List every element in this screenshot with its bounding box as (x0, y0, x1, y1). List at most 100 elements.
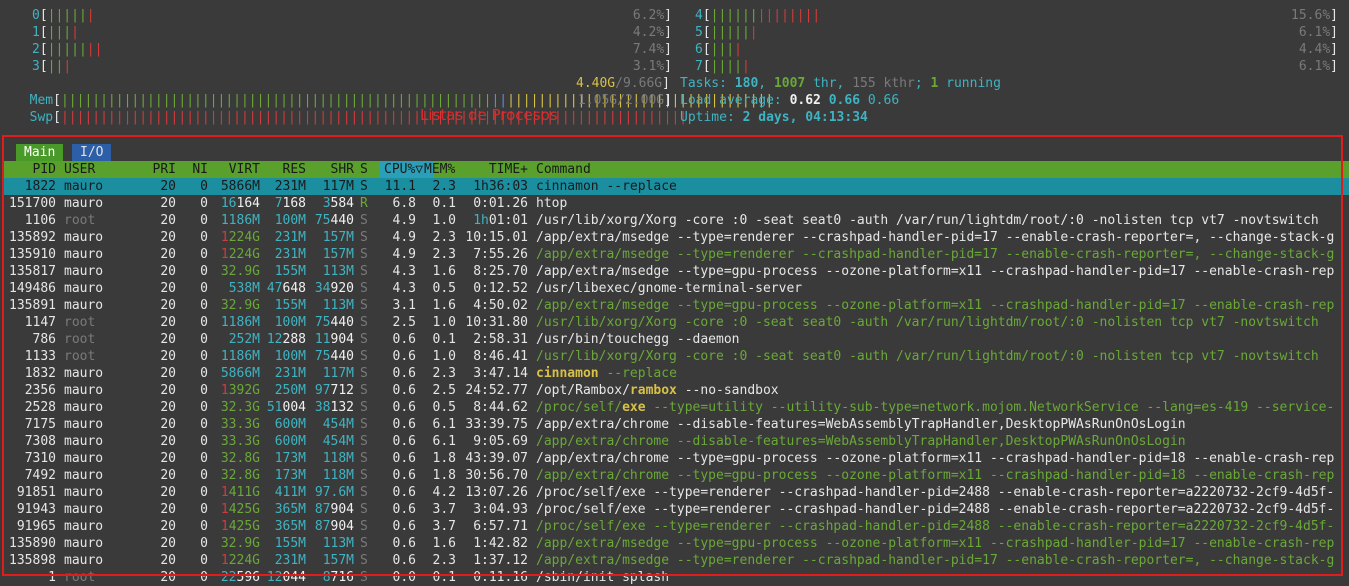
process-virt: 16164 (220, 196, 260, 211)
process-state: S (360, 468, 368, 483)
process-cpu-percent: 0.6 (392, 502, 416, 517)
process-shr: 97712 (314, 383, 354, 398)
process-shr: 117M (322, 366, 354, 381)
process-cpu-percent: 4.3 (392, 281, 416, 296)
process-user: mauro (64, 298, 104, 313)
process-command: /proc/self/exe --type=renderer --crashpa… (536, 519, 1335, 534)
process-command: /app/extra/msedge --type=gpu-process --o… (536, 536, 1335, 551)
process-row[interactable]: 7492 mauro 20 0 32.8G 173M 118M S 0.6 1.8 30:56.70… (4, 467, 1349, 484)
process-row[interactable]: 1822 mauro 20 0 5866M 231M 117M S 11.1 2.3 1h36:03… (4, 178, 1349, 195)
cpu-bar-segment: || (86, 42, 103, 57)
cpu-percent-2: 7.4%] (632, 42, 672, 57)
tab-main[interactable]: Main (16, 144, 64, 161)
process-mem-percent: 1.6 (432, 536, 456, 551)
process-cpu-percent: 0.6 (392, 451, 416, 466)
process-row[interactable]: 1106 root 20 0 1186M 100M 75440 S 4.9 1.0 1h01:01 /… (4, 212, 1349, 229)
process-priority: 20 (160, 281, 176, 296)
process-time: 30:56.70 (465, 468, 528, 483)
process-mem-percent: 6.1 (432, 417, 456, 432)
process-row[interactable]: 1 root 20 0 22596 12044 8716 S 0.0 0.1 0:11.16/sbi… (4, 569, 1349, 586)
process-virt: 33.3G (220, 434, 260, 449)
col-pri[interactable]: PRI (144, 161, 176, 178)
process-user: mauro (64, 553, 104, 568)
process-mem-percent: 1.0 (432, 315, 456, 330)
process-pid: 1147 (24, 315, 56, 330)
process-cpu-percent: 0.6 (392, 417, 416, 432)
process-virt: 538M (228, 281, 260, 296)
cpu-bar-segment: ||| (47, 25, 72, 40)
col-shr[interactable]: SHR (308, 161, 354, 178)
process-command: /app/extra/chrome --disable-features=Web… (536, 417, 1186, 432)
process-mem-percent: 0.5 (432, 400, 456, 415)
process-row[interactable]: 1133 root 20 0 1186M 100M 75440 S 0.6 1.0 8:46.41 /… (4, 348, 1349, 365)
process-command: /app/extra/msedge --type=gpu-process --o… (536, 264, 1335, 279)
process-row[interactable]: 7175 mauro 20 0 33.3G 600M 454M S 0.6 6.1 33:39.75… (4, 416, 1349, 433)
process-row[interactable]: 135898 mauro 20 0 1224G 231M 157M S 0.6 2.3 1:37.1… (4, 552, 1349, 569)
process-state: S (360, 230, 368, 245)
load-average-stat: Load average: 0.62 0.66 0.66 (680, 93, 900, 108)
cpu-bar-segment: |||||||| (757, 8, 821, 23)
process-state: S (360, 519, 368, 534)
process-user: mauro (64, 281, 104, 296)
process-row[interactable]: 91943 mauro 20 0 1425G 365M 87904 S 0.6 3.7 3:04.9… (4, 501, 1349, 518)
process-row[interactable]: 135890 mauro 20 0 32.9G 155M 113M S 0.6 1.6 1:42.8… (4, 535, 1349, 552)
process-row[interactable]: 91851 mauro 20 0 1411G 411M 97.6M S 0.6 4.2 13:07.… (4, 484, 1349, 501)
cpu-meter-6: 6[|||| (695, 42, 742, 57)
process-res: 365M (274, 519, 306, 534)
process-row[interactable]: 1147 root 20 0 1186M 100M 75440 S 2.5 1.0 10:31.80… (4, 314, 1349, 331)
process-user: root (64, 349, 96, 364)
col-user[interactable]: USER (64, 161, 144, 178)
mem-meter: Mem[||||||||||||||||||||||||||||||||||||… (29, 93, 774, 108)
process-state: S (360, 298, 368, 313)
process-priority: 20 (160, 553, 176, 568)
process-row[interactable]: 91965 mauro 20 0 1425G 365M 87904 S 0.6 3.7 6:57.7… (4, 518, 1349, 535)
process-nice: 0 (200, 434, 208, 449)
process-time: 33:39.75 (465, 417, 528, 432)
col-res[interactable]: RES (264, 161, 306, 178)
col-virt[interactable]: VIRT (210, 161, 260, 178)
tab-io[interactable]: I/O (72, 144, 112, 161)
process-row[interactable]: 149486 mauro 20 0 538M 47648 34920 S 4.3 0.5 0:12.… (4, 280, 1349, 297)
process-virt: 1392G (220, 383, 260, 398)
cpu-index: 2 (32, 42, 40, 57)
process-row[interactable]: 2528 mauro 20 0 32.3G 51004 38132 S 0.6 0.5 8:44.6… (4, 399, 1349, 416)
cpu-bar-segment: | (71, 25, 79, 40)
process-cpu-percent: 4.3 (392, 264, 416, 279)
process-row[interactable]: 135892 mauro 20 0 1224G 231M 157M S 4.9 2.3 10:15.… (4, 229, 1349, 246)
process-row[interactable]: 1832 mauro 20 0 5866M 231M 117M S 0.6 2.3 3:47.14 c… (4, 365, 1349, 382)
process-pid: 1 (48, 570, 56, 585)
col-mem[interactable]: MEM% (424, 161, 455, 178)
process-pid: 7308 (24, 434, 56, 449)
process-time: 3:47.14 (473, 366, 528, 381)
process-user: mauro (64, 247, 104, 262)
process-row[interactable]: 786 root 20 0 252M 12288 11904 S 0.6 0.1 2:58.31/u… (4, 331, 1349, 348)
process-row[interactable]: 135910 mauro 20 0 1224G 231M 157M S 4.9 2.3 7:55.2… (4, 246, 1349, 263)
process-time: 10:31.80 (465, 315, 528, 330)
col-ni[interactable]: NI (180, 161, 208, 178)
process-res: 250M (274, 383, 306, 398)
cpu-meter-3: 3[||| (32, 59, 72, 74)
process-row[interactable]: 135817 mauro 20 0 32.9G 155M 113M S 4.3 1.6 8:25.7… (4, 263, 1349, 280)
process-state: S (360, 264, 368, 279)
col-state[interactable]: S (360, 161, 372, 178)
process-row[interactable]: 7308 mauro 20 0 33.3G 600M 454M S 0.6 6.1 9:05.69 /… (4, 433, 1349, 450)
col-time[interactable]: TIME+ (464, 161, 528, 178)
col-command[interactable]: Command (536, 161, 1349, 178)
cpu-percent-3: 3.1%] (632, 59, 672, 74)
process-shr: 87904 (314, 502, 354, 517)
process-mem-percent: 1.6 (432, 264, 456, 279)
process-nice: 0 (200, 332, 208, 347)
process-virt: 32.8G (220, 451, 260, 466)
column-header-row: PID USER PRI NI VIRT RES SHR S CPU%▽ MEM… (4, 161, 1349, 178)
process-row[interactable]: 151700 mauro 20 0 16164 7168 3584 R 6.8 0.1 0:01.2… (4, 195, 1349, 212)
process-row[interactable]: 7310 mauro 20 0 32.8G 173M 118M S 0.6 1.8 43:39.07… (4, 450, 1349, 467)
process-row[interactable]: 135891 mauro 20 0 32.9G 155M 113M S 3.1 1.6 4:50.0… (4, 297, 1349, 314)
process-row[interactable]: 2356 mauro 20 0 1392G 250M 97712 S 0.6 2.5 24:52.7… (4, 382, 1349, 399)
process-shr: 113M (322, 536, 354, 551)
cpu-meter-1: 1[|||| (32, 25, 79, 40)
process-shr: 87904 (314, 519, 354, 534)
process-nice: 0 (200, 502, 208, 517)
process-user: mauro (64, 434, 104, 449)
process-nice: 0 (200, 383, 208, 398)
col-pid[interactable]: PID (4, 161, 56, 178)
